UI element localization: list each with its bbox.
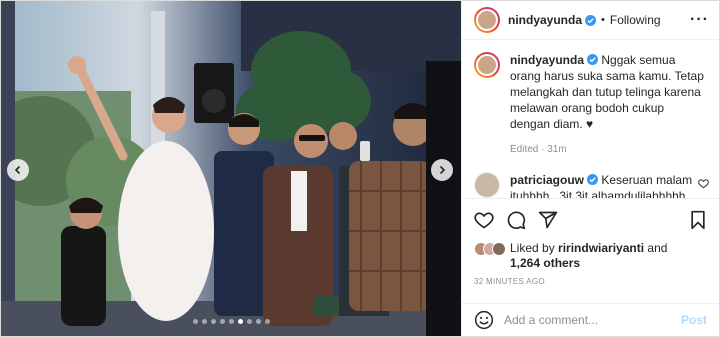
post-photo[interactable] (1, 1, 461, 336)
chevron-left-icon (14, 165, 21, 175)
carousel-indicator (1, 319, 461, 324)
carousel-dot (228, 319, 234, 324)
previous-slide-button[interactable] (7, 159, 29, 181)
verified-badge-icon (587, 54, 599, 65)
likes-summary: Liked by ririndwiariyanti and 1,264 othe… (474, 241, 707, 271)
share-paper-plane-icon[interactable] (538, 210, 558, 230)
post-header: nindyayunda • Following ··· (462, 1, 719, 40)
commenter-avatar[interactable] (474, 172, 500, 198)
post-actions: Liked by ririndwiariyanti and 1,264 othe… (462, 198, 719, 303)
party-photo-illustration (1, 1, 461, 336)
commenter-username[interactable]: patriciagouw (510, 173, 584, 187)
save-bookmark-icon[interactable] (689, 210, 707, 230)
like-heart-icon[interactable] (474, 210, 494, 230)
edited-label: Edited (510, 144, 539, 155)
post-timestamp: 32 MINUTES AGO (474, 277, 545, 286)
comment-bubble-icon[interactable] (506, 210, 526, 230)
emoji-icon[interactable] (474, 310, 494, 330)
carousel-dot (255, 319, 261, 324)
comment-input[interactable] (504, 313, 681, 327)
post-side-panel: nindyayunda • Following ··· nindyayunda … (461, 1, 719, 336)
chevron-right-icon (439, 165, 446, 175)
liked-by-connector: and (644, 241, 668, 255)
liker-avatar (492, 242, 506, 256)
caption-age: 31m (547, 144, 567, 155)
liker-avatars (474, 242, 506, 256)
next-slide-button[interactable] (431, 159, 453, 181)
caption-author-avatar[interactable] (474, 52, 500, 78)
add-comment-bar: Post (462, 303, 719, 336)
carousel-dot (237, 319, 243, 324)
carousel-dot (210, 319, 216, 324)
more-options-icon[interactable]: ··· (690, 12, 709, 28)
verified-badge-icon (587, 174, 599, 185)
following-button[interactable]: Following (610, 13, 661, 27)
comment-item: patriciagouw Keseruan malam ituhhhh.. 3j… (474, 172, 709, 198)
like-comment-heart-icon[interactable] (698, 178, 709, 189)
liked-by-prefix: Liked by (510, 241, 559, 255)
caption-username[interactable]: nindyayunda (510, 53, 584, 67)
verified-badge-icon (585, 14, 597, 26)
carousel-dot (246, 319, 252, 324)
author-avatar[interactable] (474, 7, 500, 33)
carousel-dot (201, 319, 207, 324)
comments-section: nindyayunda Nggak semua orang harus suka… (462, 40, 719, 198)
post-comment-button[interactable]: Post (681, 313, 707, 327)
separator-dot: • (601, 14, 605, 26)
carousel-dot (219, 319, 225, 324)
liked-by-user[interactable]: ririndwiariyanti (558, 241, 644, 255)
carousel-dot (192, 319, 198, 324)
carousel-dot (264, 319, 270, 324)
instagram-post: nindyayunda • Following ··· nindyayunda … (0, 0, 720, 337)
likes-others-count[interactable]: 1,264 others (510, 256, 580, 270)
caption-meta: Edited · 31m (510, 144, 567, 155)
caption: nindyayunda Nggak semua orang harus suka… (474, 52, 707, 158)
author-username[interactable]: nindyayunda (508, 13, 582, 27)
